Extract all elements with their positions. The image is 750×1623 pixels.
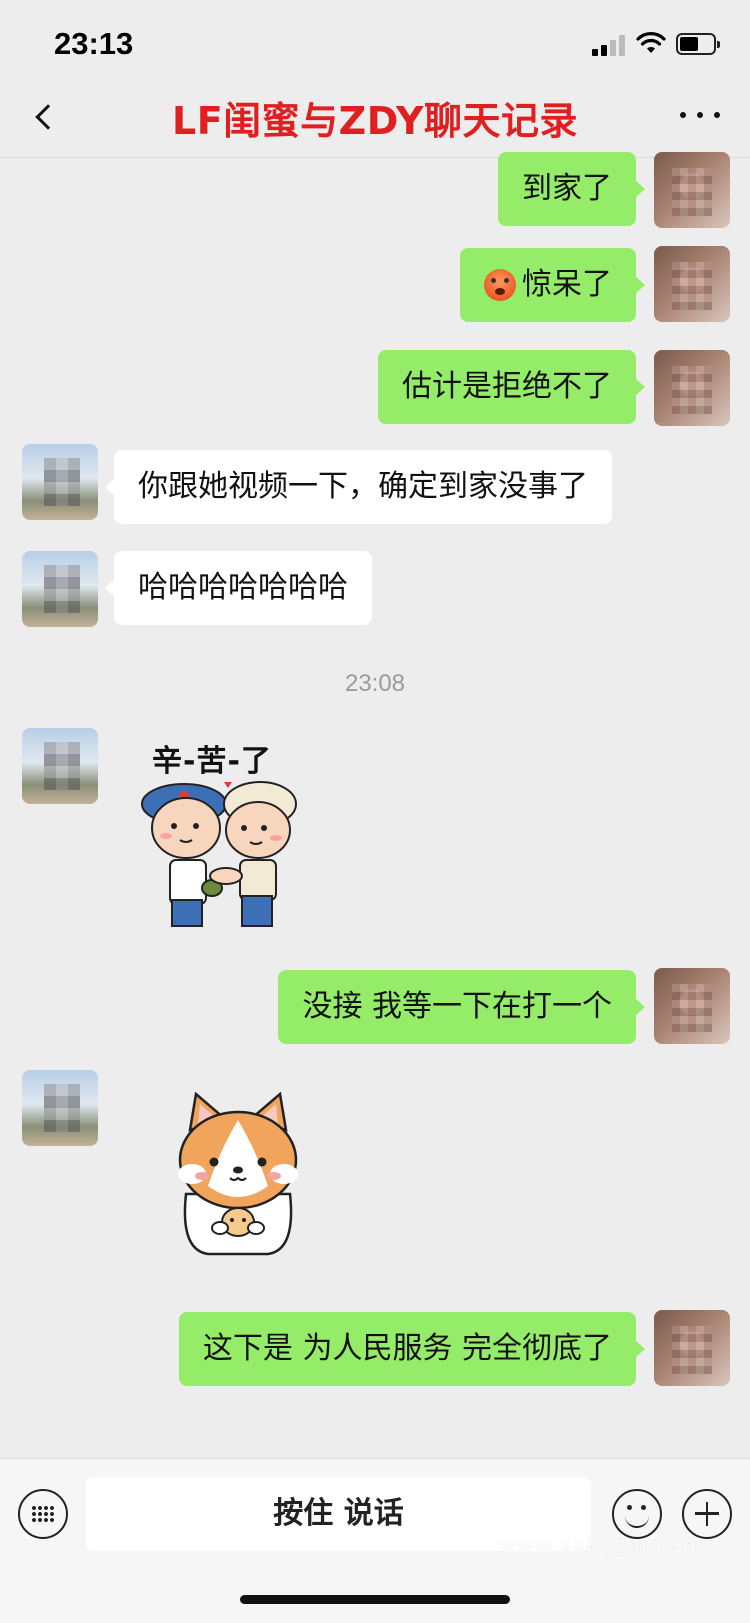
message-bubble-incoming[interactable]: 哈哈哈哈哈哈哈 (105, 551, 372, 625)
my-avatar[interactable] (654, 350, 730, 426)
contact-avatar[interactable] (22, 728, 98, 804)
message-text: 到家了 (522, 171, 612, 206)
home-indicator[interactable] (240, 1595, 510, 1604)
contact-avatar[interactable] (22, 444, 98, 520)
message-bubble-outgoing[interactable]: 惊呆了 (460, 248, 645, 322)
watermark: www.xxbozm.com (500, 1532, 705, 1557)
my-avatar[interactable] (654, 246, 730, 322)
message-bubble-incoming[interactable]: 你跟她视频一下，确定到家没事了 (105, 450, 612, 524)
contact-avatar[interactable] (22, 551, 98, 627)
chat-title: LF闺蜜与ZDY聊天记录 (171, 99, 579, 143)
message-timestamp: 23:08 (344, 670, 406, 697)
wifi-icon (636, 32, 666, 53)
corgi-cartoon-icon (178, 1091, 298, 1256)
more-options-button[interactable] (680, 108, 720, 122)
my-avatar[interactable] (654, 152, 730, 228)
keyboard-icon (31, 1505, 54, 1522)
battery-icon (676, 33, 720, 55)
message-text: 哈哈哈哈哈哈哈 (138, 570, 348, 605)
keyboard-toggle-button[interactable] (18, 1489, 68, 1539)
my-avatar[interactable] (654, 968, 730, 1044)
my-avatar[interactable] (654, 1310, 730, 1386)
sticker-corgi[interactable] (168, 1090, 308, 1260)
cellular-signal-icon (592, 34, 628, 56)
message-list[interactable]: 到家了 惊呆了 估计是拒绝不了 你跟她视频一下，确定到家没事了 哈哈哈哈哈哈哈 … (0, 152, 750, 1458)
message-bubble-outgoing[interactable]: 到家了 (498, 152, 645, 226)
message-bubble-outgoing[interactable]: 没接 我等一下在打一个 (278, 970, 645, 1044)
status-time: 23:13 (54, 26, 134, 61)
message-bubble-outgoing[interactable]: 这下是 为人民服务 完全彻底了 (178, 1312, 646, 1386)
chat-header: LF闺蜜与ZDY聊天记录 (0, 78, 750, 158)
shocked-face-icon (484, 269, 516, 301)
message-text: 这下是 为人民服务 完全彻底了 (202, 1331, 612, 1366)
message-text: 你跟她视频一下，确定到家没事了 (138, 469, 588, 504)
handshake-cartoon-icon (141, 781, 297, 927)
sticker-caption: 辛-苦-了 (152, 744, 272, 779)
contact-avatar[interactable] (22, 1070, 98, 1146)
message-text: 没接 我等一下在打一个 (302, 989, 612, 1024)
sticker-handshake[interactable]: 辛-苦-了 (136, 736, 316, 936)
message-text: 估计是拒绝不了 (402, 369, 612, 404)
message-bubble-outgoing[interactable]: 估计是拒绝不了 (378, 350, 645, 424)
message-text: 惊呆了 (522, 267, 612, 302)
status-bar: 23:13 (0, 0, 750, 90)
